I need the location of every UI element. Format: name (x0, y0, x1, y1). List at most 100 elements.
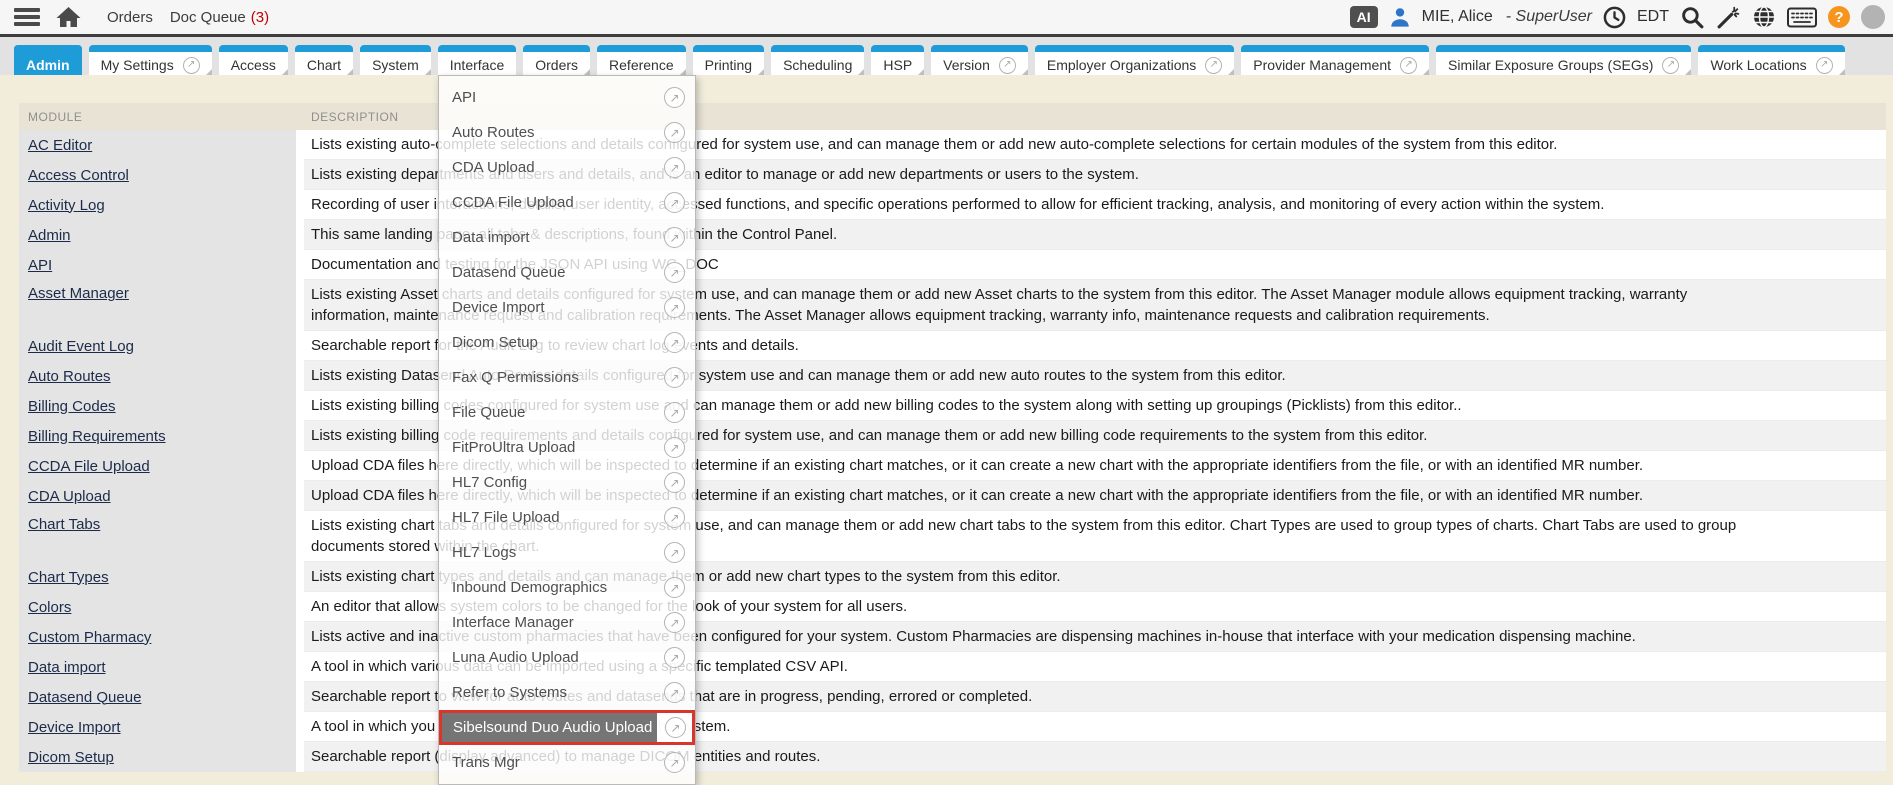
popout-icon[interactable]: ↗ (664, 752, 685, 773)
tab-label: Access (231, 57, 276, 73)
popout-icon[interactable]: ↗ (664, 367, 685, 388)
popout-icon[interactable]: ↗ (664, 577, 685, 598)
menu-item[interactable]: Dicom Setup ↗ (439, 325, 695, 360)
module-link[interactable]: API (28, 257, 52, 274)
module-link[interactable]: Billing Codes (28, 398, 116, 415)
module-link[interactable]: Audit Event Log (28, 338, 134, 355)
tab[interactable]: Printing ↗ (693, 45, 764, 75)
popout-icon[interactable]: ↗ (664, 157, 685, 178)
popout-icon[interactable]: ↗ (664, 297, 685, 318)
clock-icon[interactable] (1603, 6, 1626, 29)
tab[interactable]: Admin ↗ (14, 45, 82, 75)
menu-item[interactable]: CCDA File Upload ↗ (439, 185, 695, 220)
popout-icon[interactable]: ↗ (664, 437, 685, 458)
breadcrumb-doc-queue[interactable]: Doc Queue(3) (170, 9, 269, 26)
popout-icon[interactable]: ↗ (664, 332, 685, 353)
menu-item[interactable]: FitProUltra Upload ↗ (439, 430, 695, 465)
module-link[interactable]: CDA Upload (28, 488, 111, 505)
module-link[interactable]: Admin (28, 227, 71, 244)
module-link[interactable]: Access Control (28, 167, 129, 184)
help-icon[interactable]: ? (1828, 6, 1850, 28)
tab[interactable]: Provider Management ↗ (1241, 45, 1429, 75)
popout-icon[interactable]: ↗ (664, 682, 685, 703)
home-icon[interactable] (56, 6, 81, 28)
popout-icon[interactable]: ↗ (664, 227, 685, 248)
topbar: Orders Doc Queue(3) AI MIE, Alice - Supe… (0, 0, 1893, 34)
menu-item[interactable]: File Queue ↗ (439, 395, 695, 430)
tab[interactable]: Chart ↗ (295, 45, 353, 75)
module-link[interactable]: Datasend Queue (28, 689, 141, 706)
module-link[interactable]: AC Editor (28, 137, 92, 154)
menu-item[interactable]: Fax Q Permissions ↗ (439, 360, 695, 395)
module-link[interactable]: Activity Log (28, 197, 105, 214)
module-link[interactable]: Asset Manager (28, 285, 129, 302)
menu-item-label: Interface Manager (452, 614, 664, 631)
popout-icon[interactable]: ↗ (1662, 57, 1679, 74)
menu-item[interactable]: Trans Mgr ↗ (439, 745, 695, 780)
module-link[interactable]: Colors (28, 599, 71, 616)
tab[interactable]: Interface ↗ (438, 45, 516, 75)
module-link[interactable]: CCDA File Upload (28, 458, 150, 475)
menu-item[interactable]: Luna Audio Upload ↗ (439, 640, 695, 675)
tab[interactable]: Orders ↗ (523, 45, 590, 75)
module-link[interactable]: Chart Tabs (28, 516, 100, 533)
keyboard-icon[interactable] (1787, 7, 1817, 28)
tab[interactable]: HSP ↗ (871, 45, 924, 75)
popout-icon[interactable]: ↗ (664, 612, 685, 633)
globe-icon[interactable] (1752, 5, 1776, 29)
menu-item[interactable]: HL7 File Upload ↗ (439, 500, 695, 535)
tab[interactable]: Reference ↗ (597, 45, 686, 75)
tab[interactable]: My Settings ↗ (89, 45, 212, 75)
menu-item[interactable]: Sibelsound Duo Audio Upload ↗ (439, 710, 695, 745)
avatar[interactable] (1861, 5, 1885, 29)
popout-icon[interactable]: ↗ (664, 402, 685, 423)
control-panel-page: Orders Doc Queue(3) AI MIE, Alice - Supe… (0, 0, 1893, 785)
tab[interactable]: Employer Organizations ↗ (1035, 45, 1234, 75)
menu-item[interactable]: HL7 Logs ↗ (439, 535, 695, 570)
popout-icon[interactable]: ↗ (664, 122, 685, 143)
popout-icon[interactable]: ↗ (1205, 57, 1222, 74)
tab[interactable]: Similar Exposure Groups (SEGs) ↗ (1436, 45, 1691, 75)
search-icon[interactable] (1680, 5, 1705, 30)
menu-item[interactable]: CDA Upload ↗ (439, 150, 695, 185)
menu-item[interactable]: Refer to Systems ↗ (439, 675, 695, 710)
tab[interactable]: Version ↗ (931, 45, 1028, 75)
popout-icon[interactable]: ↗ (999, 57, 1016, 74)
module-link[interactable]: Data import (28, 659, 106, 676)
popout-icon[interactable]: ↗ (665, 717, 686, 738)
menu-item[interactable]: HL7 Config ↗ (439, 465, 695, 500)
tab[interactable]: Scheduling ↗ (771, 45, 864, 75)
menu-item[interactable]: Data import ↗ (439, 220, 695, 255)
popout-icon[interactable]: ↗ (183, 57, 200, 74)
popout-icon[interactable]: ↗ (664, 192, 685, 213)
menu-item[interactable]: Device Import ↗ (439, 290, 695, 325)
popout-icon[interactable]: ↗ (664, 542, 685, 563)
popout-icon[interactable]: ↗ (664, 507, 685, 528)
menu-item[interactable]: API ↗ (439, 80, 695, 115)
tab[interactable]: Access ↗ (219, 45, 288, 75)
menu-item[interactable]: Datasend Queue ↗ (439, 255, 695, 290)
module-link[interactable]: Dicom Setup (28, 749, 114, 766)
menu-item[interactable]: Interface Manager ↗ (439, 605, 695, 640)
breadcrumb-orders[interactable]: Orders (107, 9, 153, 26)
popout-icon[interactable]: ↗ (664, 647, 685, 668)
module-link[interactable]: Billing Requirements (28, 428, 166, 445)
module-link[interactable]: Chart Types (28, 569, 109, 586)
menu-item[interactable]: Auto Routes ↗ (439, 115, 695, 150)
wand-icon[interactable] (1716, 5, 1741, 30)
popout-icon[interactable]: ↗ (664, 472, 685, 493)
tab[interactable]: System ↗ (360, 45, 431, 75)
ai-badge[interactable]: AI (1350, 6, 1378, 28)
menu-item[interactable]: Inbound Demographics ↗ (439, 570, 695, 605)
module-link[interactable]: Auto Routes (28, 368, 111, 385)
tab[interactable]: Work Locations ↗ (1698, 45, 1844, 75)
popout-icon[interactable]: ↗ (664, 262, 685, 283)
popout-icon[interactable]: ↗ (1816, 57, 1833, 74)
module-link[interactable]: Custom Pharmacy (28, 629, 151, 646)
module-cell: Device Import (19, 712, 296, 742)
module-link[interactable]: Device Import (28, 719, 121, 736)
popout-icon[interactable]: ↗ (1400, 57, 1417, 74)
user-name[interactable]: MIE, Alice (1422, 8, 1493, 26)
hamburger-menu-icon[interactable] (14, 8, 40, 26)
popout-icon[interactable]: ↗ (664, 87, 685, 108)
